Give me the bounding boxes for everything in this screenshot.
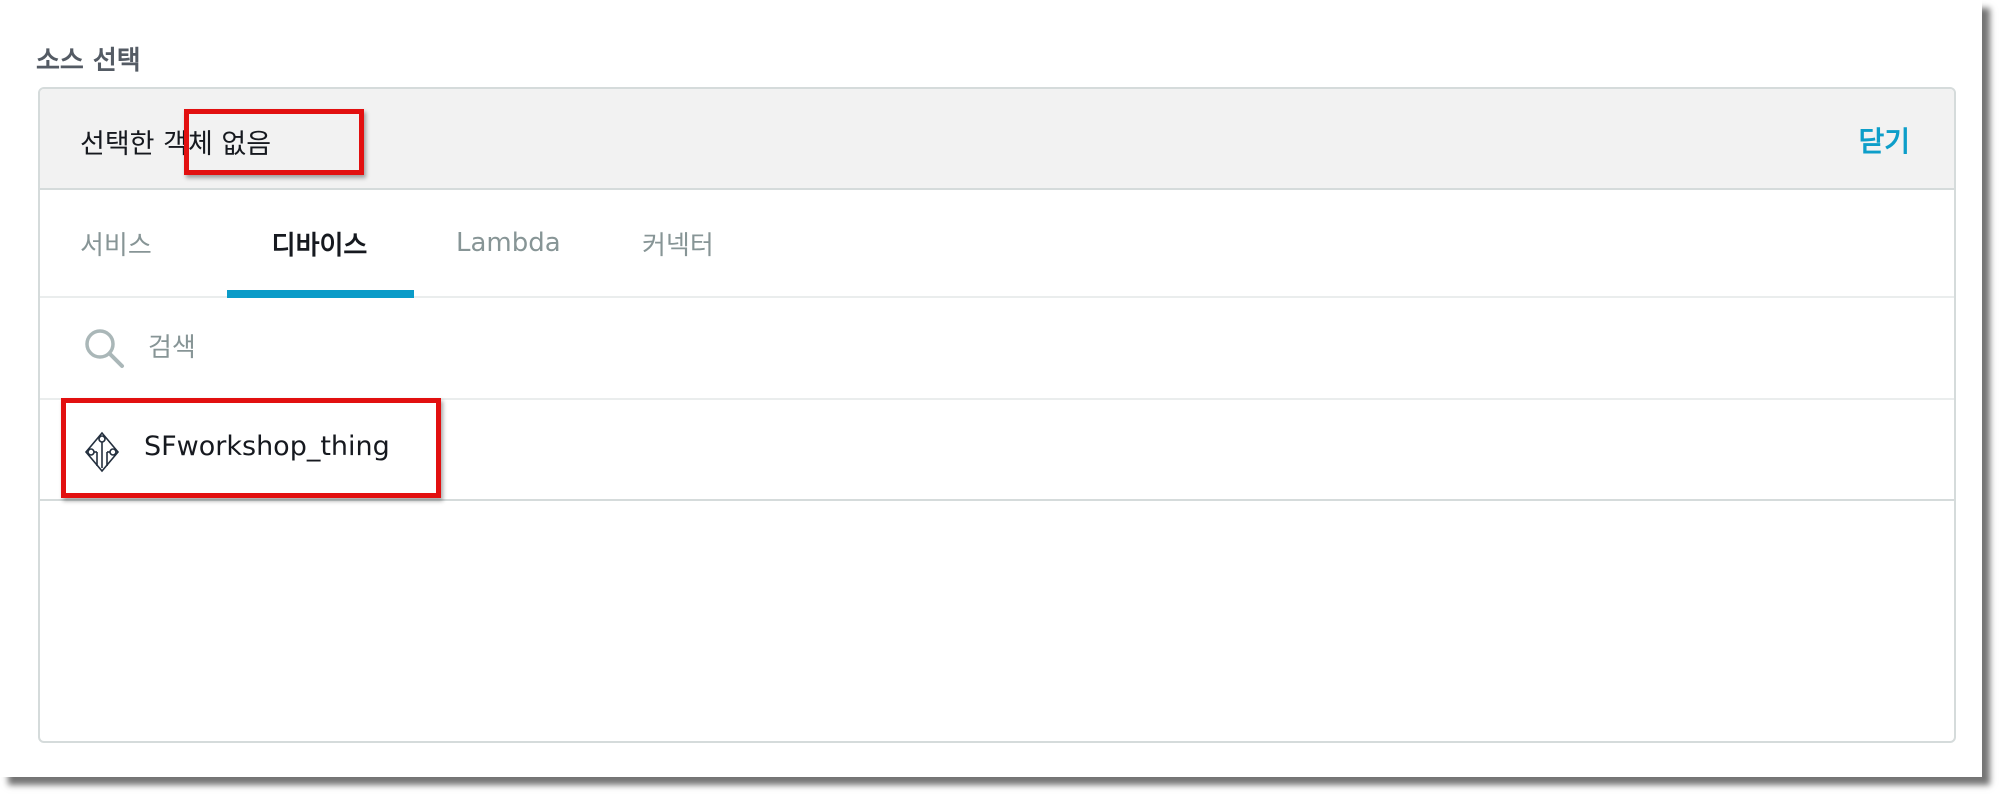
tab-bar: 서비스 디바이스 Lambda 커넥터: [40, 190, 1954, 298]
search-icon: [85, 329, 124, 368]
search-row: [40, 298, 1954, 400]
active-tab-indicator: [227, 290, 414, 298]
device-name: SFworkshop_thing: [144, 431, 390, 462]
section-title: 소스 선택: [36, 46, 141, 76]
iot-thing-icon: [84, 431, 120, 473]
close-link[interactable]: 닫기: [1858, 120, 1910, 160]
tab-lambda[interactable]: Lambda: [456, 190, 561, 296]
device-list-item[interactable]: SFworkshop_thing: [40, 400, 1954, 501]
panel-header: 선택한 객체 없음 닫기: [40, 89, 1954, 190]
tab-connectors[interactable]: 커넥터: [642, 190, 714, 296]
tab-services[interactable]: 서비스: [80, 190, 152, 296]
tab-devices[interactable]: 디바이스: [225, 190, 414, 296]
page: 소스 선택 선택한 객체 없음 닫기 서비스 디바이스 Lambda 커넥터 검…: [0, 0, 2002, 797]
search-input[interactable]: [146, 323, 750, 373]
selected-object-text: 선택한 객체 없음: [80, 129, 272, 160]
source-select-panel: 선택한 객체 없음 닫기 서비스 디바이스 Lambda 커넥터 검색 SFwo…: [38, 87, 1956, 743]
